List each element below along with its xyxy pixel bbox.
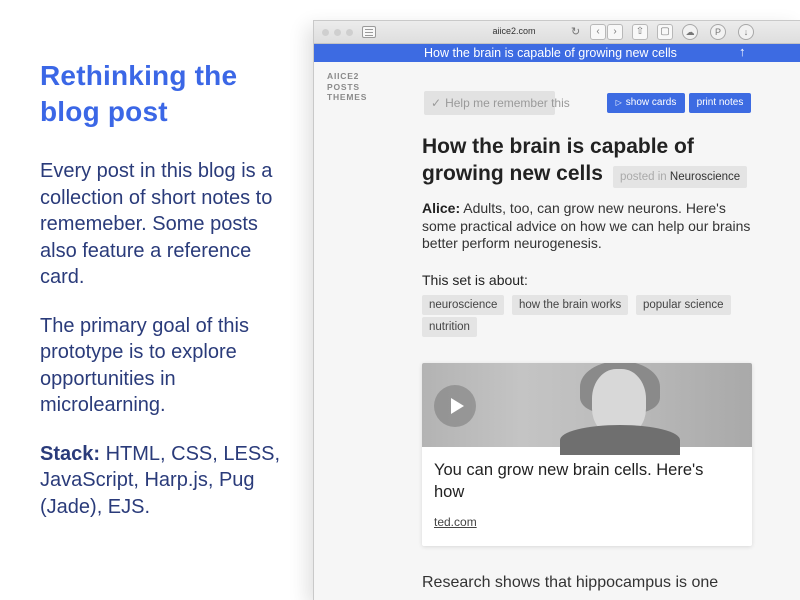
intro-stack: Stack: HTML, CSS, LESS, JavaScript, Harp…: [40, 441, 290, 521]
intro-title-line: blog post: [40, 96, 168, 127]
author-name: Alice:: [422, 200, 461, 216]
tag-item[interactable]: how the brain works: [512, 295, 629, 315]
posted-in-label: posted in: [620, 171, 667, 183]
show-cards-button[interactable]: ▷ show cards: [607, 93, 685, 113]
scroll-top-icon[interactable]: ↑: [739, 44, 746, 59]
site-nav: AIICE2 POSTS THEMES: [327, 71, 367, 103]
intro-panel: Rethinking the blog post Every post in t…: [40, 58, 290, 520]
nav-item-posts[interactable]: POSTS: [327, 82, 367, 93]
back-icon[interactable]: ‹: [590, 24, 606, 40]
play-outline-icon: ▷: [615, 98, 622, 107]
play-icon[interactable]: [434, 385, 476, 427]
cloud-icon[interactable]: ☁: [682, 24, 698, 40]
reference-card[interactable]: You can grow new brain cells. Here's how…: [422, 363, 752, 546]
stack-label: Stack:: [40, 442, 101, 465]
video-thumbnail[interactable]: [422, 363, 752, 455]
close-window-button[interactable]: [322, 29, 329, 36]
sidebar-icon[interactable]: [362, 26, 376, 38]
print-notes-button[interactable]: print notes: [689, 93, 751, 113]
tag-item[interactable]: neuroscience: [422, 295, 505, 315]
download-icon[interactable]: ↓: [738, 24, 754, 40]
reload-icon[interactable]: ↻: [571, 25, 580, 38]
about-label: This set is about:: [422, 272, 528, 288]
sticky-title-bar: How the brain is capable of growing new …: [314, 44, 800, 62]
post-body-preview: Research shows that hippocampus is one: [422, 574, 719, 591]
address-bar[interactable]: aiice2.com: [434, 26, 594, 36]
forward-icon[interactable]: ›: [607, 24, 623, 40]
speaker-body: [560, 425, 680, 455]
tag-item[interactable]: nutrition: [422, 317, 477, 337]
nav-item-themes[interactable]: THEMES: [327, 92, 367, 103]
browser-toolbar: aiice2.com ↻ ‹ › ⇧ ▢ ☁ P ↓: [314, 21, 800, 44]
intro-title: Rethinking the blog post: [40, 58, 290, 130]
check-icon: ✓: [431, 96, 442, 110]
intro-title-line: Rethinking the: [40, 60, 238, 91]
post-summary: Alice: Adults, too, can grow new neurons…: [422, 200, 752, 253]
category-link[interactable]: Neuroscience: [670, 171, 740, 183]
show-cards-label: show cards: [625, 97, 677, 108]
summary-text: Adults, too, can grow new neurons. Here'…: [422, 200, 751, 251]
category-badge[interactable]: posted in Neuroscience: [613, 166, 748, 188]
minimize-window-button[interactable]: [334, 29, 341, 36]
card-title[interactable]: You can grow new brain cells. Here's how: [434, 459, 734, 503]
intro-paragraph: Every post in this blog is a collection …: [40, 160, 273, 288]
intro-paragraph: The primary goal of this prototype is to…: [40, 314, 249, 417]
pinterest-icon[interactable]: P: [710, 24, 726, 40]
share-icon[interactable]: ⇧: [632, 24, 648, 40]
nav-item-home[interactable]: AIICE2: [327, 71, 367, 82]
remember-button[interactable]: ✓ Help me remember this: [424, 91, 570, 115]
tabs-icon[interactable]: ▢: [657, 24, 673, 40]
zoom-window-button[interactable]: [346, 29, 353, 36]
remember-label: Help me remember this: [445, 96, 570, 110]
card-source-link[interactable]: ted.com: [434, 515, 477, 529]
tag-item[interactable]: popular science: [636, 295, 731, 315]
browser-window: aiice2.com ↻ ‹ › ⇧ ▢ ☁ P ↓ How the brain…: [313, 20, 800, 600]
sticky-title: How the brain is capable of growing new …: [424, 46, 677, 60]
